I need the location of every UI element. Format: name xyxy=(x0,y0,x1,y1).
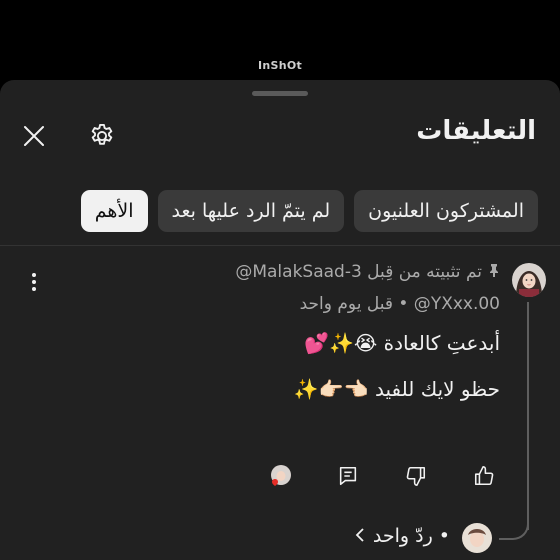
thread-connector xyxy=(499,510,529,540)
comment-text-line-1: أبدعتِ كالعادة 😭✨💕 xyxy=(304,331,500,355)
comment-author-meta[interactable]: YXxx.00@ • قبل يوم واحد xyxy=(60,294,500,314)
avatar-image xyxy=(512,263,546,297)
thumb-down-icon xyxy=(406,466,426,486)
drag-handle[interactable] xyxy=(252,91,308,96)
reply-avatar xyxy=(462,523,492,553)
more-vert-icon xyxy=(32,273,36,291)
pinned-text: تم تثبيته من قِبل MalakSaad-3@ xyxy=(235,262,482,282)
avatar[interactable] xyxy=(512,263,546,297)
pinned-indicator: تم تثبيته من قِبل MalakSaad-3@ xyxy=(60,262,500,282)
divider xyxy=(0,245,560,246)
creator-heart-icon xyxy=(271,465,291,486)
dislike-button[interactable] xyxy=(400,460,432,492)
thumb-up-icon xyxy=(474,466,494,486)
watermark: InShOt xyxy=(257,59,303,72)
pin-icon xyxy=(488,263,500,281)
gear-icon xyxy=(91,123,113,145)
more-options-button[interactable] xyxy=(20,266,48,298)
comment-text-line-2: حظو لايك للفيد 👈🏻👉🏻✨ xyxy=(293,377,500,401)
close-button[interactable] xyxy=(14,116,54,156)
replies-count-label: • ردّ واحد xyxy=(372,525,450,547)
chip-public-subscribers[interactable]: المشتركون العلنيون xyxy=(354,190,538,232)
page-title: التعليقات xyxy=(416,116,536,146)
comments-sheet: التعليقات الأهم لم يتمّ الرد عليها بعد ا… xyxy=(0,80,560,560)
like-button[interactable] xyxy=(468,460,500,492)
view-replies-link[interactable]: • ردّ واحد xyxy=(355,525,450,547)
chevron-icon xyxy=(355,526,365,547)
comment: تم تثبيته من قِبل MalakSaad-3@ YXxx.00@ … xyxy=(60,262,500,404)
comment-actions xyxy=(264,460,500,492)
chip-top[interactable]: الأهم xyxy=(80,190,148,232)
comment-icon xyxy=(339,466,357,486)
creator-heart xyxy=(264,460,296,492)
filter-chips: الأهم لم يتمّ الرد عليها بعد المشتركون ا… xyxy=(80,190,538,232)
settings-button[interactable] xyxy=(82,116,122,156)
reply-avatar-image xyxy=(462,523,492,553)
thread-line xyxy=(527,302,529,530)
close-icon xyxy=(24,126,44,146)
reply-button[interactable] xyxy=(332,460,364,492)
chip-unanswered[interactable]: لم يتمّ الرد عليها بعد xyxy=(157,190,345,232)
